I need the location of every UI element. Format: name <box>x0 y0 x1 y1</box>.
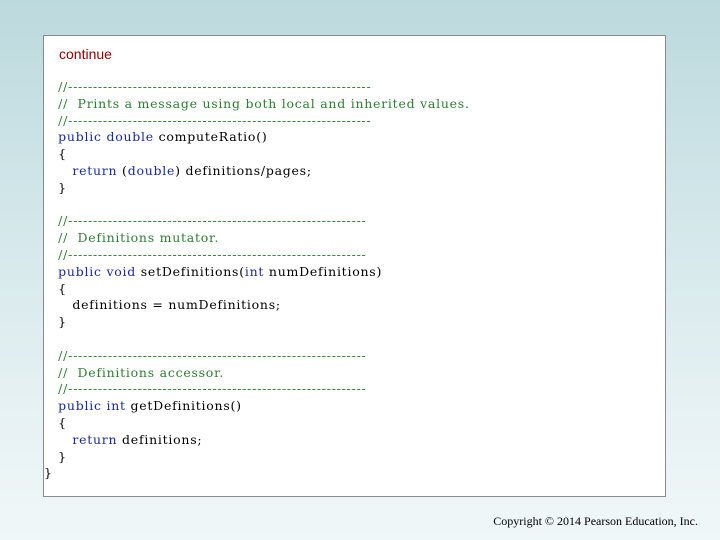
code-token-plain: } <box>44 314 67 330</box>
code-token-plain: { <box>44 280 67 296</box>
code-line: //--------------------------------------… <box>44 113 470 130</box>
code-line: //--------------------------------------… <box>44 79 470 96</box>
code-token-keyword: public int <box>44 398 131 414</box>
slide-content-panel: continue //-----------------------------… <box>43 35 666 497</box>
code-token-comment: //--------------------------------------… <box>44 112 372 128</box>
code-token-comment: //--------------------------------------… <box>44 213 367 229</box>
code-line: { <box>44 146 470 163</box>
code-line: //--------------------------------------… <box>44 213 470 230</box>
code-token-plain: { <box>44 146 67 162</box>
code-token-keyword: int <box>244 263 269 279</box>
code-line: } <box>44 314 470 331</box>
code-line: //--------------------------------------… <box>44 348 470 365</box>
code-line: } <box>44 180 470 197</box>
code-line: // Definitions mutator. <box>44 230 470 247</box>
code-line: } <box>44 465 470 482</box>
code-token-keyword: return <box>44 162 123 178</box>
code-line: definitions = numDefinitions; <box>44 297 470 314</box>
code-line: //--------------------------------------… <box>44 381 470 398</box>
code-token-plain: } <box>44 465 53 481</box>
code-token-keyword: return <box>44 431 123 447</box>
code-token-plain: numDefinitions) <box>268 263 383 279</box>
copyright-notice: Copyright © 2014 Pearson Education, Inc. <box>493 514 698 528</box>
code-line: public double computeRatio() <box>44 129 470 146</box>
code-token-plain: { <box>44 414 67 430</box>
code-line: // Prints a message using both local and… <box>44 96 470 113</box>
code-token-plain: setDefinitions( <box>140 263 245 279</box>
code-token-keyword: double <box>127 162 176 178</box>
code-line: return (double) definitions/pages; <box>44 163 470 180</box>
code-token-plain: computeRatio() <box>158 129 268 145</box>
code-line: //--------------------------------------… <box>44 247 470 264</box>
continue-label: continue <box>59 46 112 62</box>
java-code-listing: //--------------------------------------… <box>44 79 470 482</box>
code-token-comment: // Prints a message using both local and… <box>44 95 470 111</box>
code-line: { <box>44 415 470 432</box>
code-token-plain: ) definitions/pages; <box>175 162 312 178</box>
code-token-plain: } <box>44 448 67 464</box>
code-line: { <box>44 281 470 298</box>
code-line: public void setDefinitions(int numDefini… <box>44 264 470 281</box>
code-line: } <box>44 449 470 466</box>
code-token-comment: //--------------------------------------… <box>44 79 372 94</box>
code-line: // Definitions accessor. <box>44 365 470 382</box>
code-token-plain: getDefinitions() <box>130 398 242 414</box>
code-line: public int getDefinitions() <box>44 398 470 415</box>
code-token-comment: // Definitions accessor. <box>44 364 225 380</box>
code-token-comment: //--------------------------------------… <box>44 347 367 363</box>
code-token-plain: definitions; <box>122 431 203 447</box>
code-token-plain: } <box>44 179 67 195</box>
code-token-plain: definitions = numDefinitions; <box>44 297 281 313</box>
code-token-keyword: public double <box>44 129 159 145</box>
code-token-comment: //--------------------------------------… <box>44 246 367 262</box>
code-line: return definitions; <box>44 432 470 449</box>
code-token-comment: //--------------------------------------… <box>44 381 367 397</box>
code-token-keyword: public void <box>44 263 141 279</box>
code-token-comment: // Definitions mutator. <box>44 230 220 246</box>
